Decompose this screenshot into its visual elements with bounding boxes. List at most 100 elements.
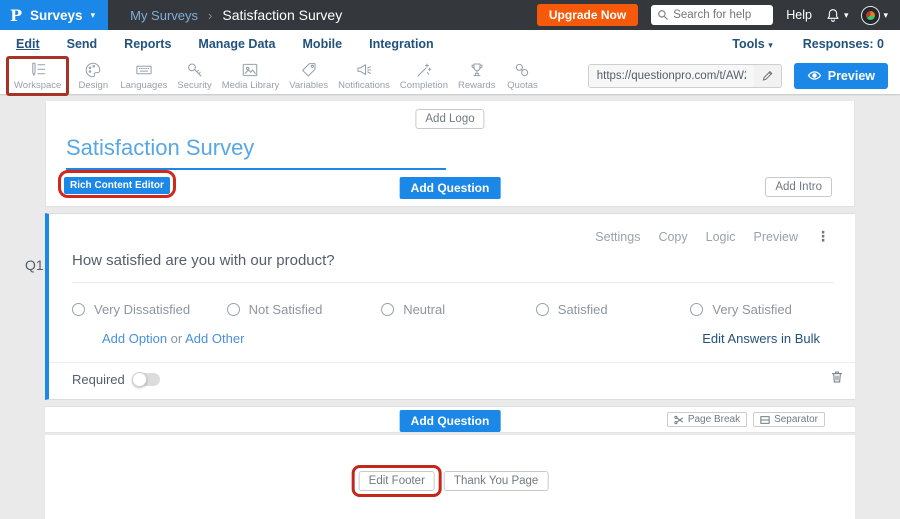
delete-question-button[interactable] bbox=[829, 369, 845, 390]
option-label[interactable]: Very Satisfied bbox=[712, 302, 792, 317]
eye-icon bbox=[807, 70, 822, 81]
survey-url-input[interactable] bbox=[589, 65, 754, 87]
edit-toolbar: Workspace Design Languages Security Medi… bbox=[0, 57, 900, 95]
question-settings-link[interactable]: Settings bbox=[595, 230, 640, 244]
preview-label: Preview bbox=[828, 69, 875, 83]
option-label[interactable]: Very Dissatisfied bbox=[94, 302, 190, 317]
option-very-dissatisfied: Very Dissatisfied bbox=[72, 302, 227, 317]
nav-tab-send[interactable]: Send bbox=[67, 37, 98, 51]
tools-label: Tools bbox=[732, 37, 764, 51]
separator-icon bbox=[760, 415, 770, 425]
add-question-button-top[interactable]: Add Question bbox=[400, 177, 501, 199]
avatar bbox=[861, 6, 880, 25]
upgrade-now-button[interactable]: Upgrade Now bbox=[537, 4, 638, 26]
toolbar-item-label: Completion bbox=[400, 80, 448, 91]
toolbar-item-label: Workspace bbox=[14, 80, 61, 91]
languages-icon bbox=[135, 61, 153, 79]
required-label: Required bbox=[72, 372, 125, 387]
breadcrumb: My Surveys › Satisfaction Survey bbox=[130, 7, 342, 23]
preview-button[interactable]: Preview bbox=[794, 63, 888, 89]
radio-neutral[interactable] bbox=[381, 303, 394, 316]
question-preview-link[interactable]: Preview bbox=[754, 230, 798, 244]
toolbar-item-quotas[interactable]: Quotas bbox=[500, 59, 544, 93]
toolbar-item-label: Variables bbox=[289, 80, 328, 91]
question-more-icon[interactable]: ⋮ bbox=[816, 228, 830, 245]
add-option-row: Add Option or Add Other bbox=[102, 331, 244, 346]
questionpro-logo-icon: P bbox=[10, 6, 22, 25]
toolbar-item-workspace[interactable]: Workspace bbox=[9, 59, 66, 93]
responses-count[interactable]: Responses: 0 bbox=[803, 37, 884, 51]
question-text-input[interactable]: How satisfied are you with our product? bbox=[72, 252, 834, 283]
radio-not-satisfied[interactable] bbox=[227, 303, 240, 316]
design-icon bbox=[84, 61, 102, 79]
page-break-button[interactable]: Page Break bbox=[667, 412, 747, 427]
required-toggle-knob bbox=[132, 372, 147, 387]
add-question-button-bottom[interactable]: Add Question bbox=[400, 410, 501, 432]
nav-tab-reports[interactable]: Reports bbox=[124, 37, 171, 51]
edit-footer-button[interactable]: Edit Footer bbox=[359, 471, 435, 491]
help-search[interactable] bbox=[651, 5, 773, 25]
notifications-menu[interactable]: ▾ bbox=[825, 7, 849, 23]
radio-very-satisfied[interactable] bbox=[690, 303, 703, 316]
edit-answers-in-bulk-link[interactable]: Edit Answers in Bulk bbox=[702, 331, 820, 346]
chevron-down-icon: ▾ bbox=[844, 10, 849, 21]
help-search-input[interactable] bbox=[673, 9, 767, 21]
option-label[interactable]: Neutral bbox=[403, 302, 445, 317]
radio-satisfied[interactable] bbox=[536, 303, 549, 316]
required-toggle[interactable] bbox=[133, 373, 160, 386]
toolbar-item-design[interactable]: Design bbox=[71, 59, 115, 93]
chevron-down-icon: ▾ bbox=[883, 10, 888, 21]
nav-tab-integration[interactable]: Integration bbox=[369, 37, 434, 51]
thank-you-page-button[interactable]: Thank You Page bbox=[444, 471, 548, 491]
breadcrumb-my-surveys[interactable]: My Surveys bbox=[130, 8, 198, 23]
add-option-link[interactable]: Add Option bbox=[102, 331, 167, 346]
chevron-down-icon: ▾ bbox=[768, 40, 773, 50]
toolbar-item-security[interactable]: Security bbox=[172, 59, 216, 93]
toolbar-item-variables[interactable]: Variables bbox=[284, 59, 333, 93]
survey-card: Add Logo Satisfaction Survey Rich Conten… bbox=[45, 101, 855, 519]
surveys-menu[interactable]: P Surveys ▾ bbox=[0, 0, 108, 30]
toolbar-item-label: Security bbox=[177, 80, 211, 91]
question-logic-link[interactable]: Logic bbox=[706, 230, 736, 244]
notifications-icon bbox=[355, 61, 373, 79]
toolbar-item-label: Languages bbox=[120, 80, 167, 91]
radio-very-dissatisfied[interactable] bbox=[72, 303, 85, 316]
toolbar-item-completion[interactable]: Completion bbox=[395, 59, 453, 93]
add-logo-button[interactable]: Add Logo bbox=[415, 109, 484, 129]
workspace-icon bbox=[29, 61, 47, 79]
top-bar: P Surveys ▾ My Surveys › Satisfaction Su… bbox=[0, 0, 900, 30]
or-label: or bbox=[171, 331, 183, 346]
rich-content-editor-button[interactable]: Rich Content Editor bbox=[64, 177, 170, 194]
survey-canvas: Add Logo Satisfaction Survey Rich Conten… bbox=[0, 96, 900, 519]
tools-menu[interactable]: Tools ▾ bbox=[732, 37, 772, 51]
survey-title[interactable]: Satisfaction Survey bbox=[66, 135, 254, 161]
completion-icon bbox=[415, 61, 433, 79]
toolbar-item-notifications[interactable]: Notifications bbox=[333, 59, 395, 93]
chevron-down-icon: ▾ bbox=[91, 10, 96, 21]
option-label[interactable]: Not Satisfied bbox=[249, 302, 323, 317]
toolbar-item-languages[interactable]: Languages bbox=[115, 59, 172, 93]
nav-tab-edit[interactable]: Edit bbox=[16, 37, 40, 51]
survey-header-section: Add Logo Satisfaction Survey Rich Conten… bbox=[45, 101, 855, 207]
toolbar-item-rewards[interactable]: Rewards bbox=[453, 59, 501, 93]
survey-nav: Edit Send Reports Manage Data Mobile Int… bbox=[0, 30, 900, 57]
account-menu[interactable]: ▾ bbox=[861, 6, 888, 25]
option-label[interactable]: Satisfied bbox=[558, 302, 608, 317]
scissors-icon bbox=[674, 415, 684, 425]
survey-url-bar bbox=[588, 64, 782, 88]
edit-url-button[interactable] bbox=[754, 69, 781, 82]
footer-buttons: Edit Footer Thank You Page bbox=[352, 465, 549, 497]
add-other-link[interactable]: Add Other bbox=[185, 331, 244, 346]
question-copy-link[interactable]: Copy bbox=[658, 230, 687, 244]
nav-tab-mobile[interactable]: Mobile bbox=[303, 37, 343, 51]
pencil-icon bbox=[761, 69, 774, 82]
question-divider bbox=[49, 362, 855, 363]
separator-button[interactable]: Separator bbox=[753, 412, 825, 427]
bell-icon bbox=[825, 7, 841, 23]
option-neutral: Neutral bbox=[381, 302, 536, 317]
toolbar-item-label: Notifications bbox=[338, 80, 390, 91]
toolbar-item-media-library[interactable]: Media Library bbox=[217, 59, 285, 93]
nav-tab-manage-data[interactable]: Manage Data bbox=[198, 37, 275, 51]
add-intro-button[interactable]: Add Intro bbox=[765, 177, 832, 197]
help-link[interactable]: Help bbox=[786, 8, 812, 22]
